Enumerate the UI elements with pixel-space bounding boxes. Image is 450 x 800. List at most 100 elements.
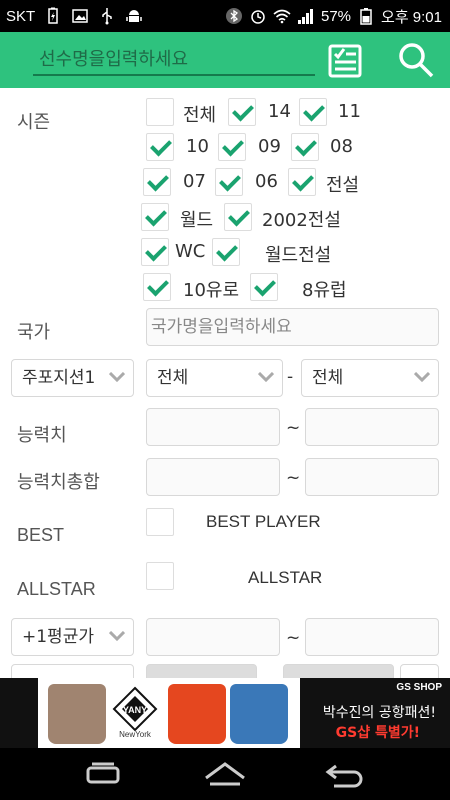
ad-subheadline: GS샵 특별가! <box>335 725 420 741</box>
season-checkbox-07[interactable] <box>143 168 171 196</box>
next-row-field[interactable] <box>283 664 394 678</box>
season-checkbox-all[interactable] <box>146 98 174 126</box>
next-row-field[interactable] <box>400 664 439 678</box>
season-checkbox-world-legend[interactable] <box>212 238 240 266</box>
ad-headline: 박수진의 공항패션! <box>322 705 436 721</box>
player-search-input[interactable]: 선수명을입력하세요 <box>33 46 315 76</box>
avg-price-max-input[interactable] <box>305 618 439 656</box>
handbag-image <box>230 684 288 744</box>
range-dash: - <box>287 367 294 387</box>
country-label: 국가 <box>17 322 51 343</box>
chevron-down-icon <box>258 372 274 382</box>
position-from-select[interactable]: 전체 <box>146 359 283 397</box>
best-player-option: BEST PLAYER <box>206 512 321 531</box>
upgrade-avg-price-value: +1평균가 <box>22 627 94 647</box>
season-checkbox-06[interactable] <box>215 168 243 196</box>
season-option-label: 10유로 <box>183 280 240 301</box>
season-checkbox-8-europe[interactable] <box>250 273 278 301</box>
season-checkbox-legend[interactable] <box>288 168 316 196</box>
season-checkbox-09[interactable] <box>218 133 246 161</box>
best-player-checkbox[interactable] <box>146 508 174 536</box>
season-label: 시즌 <box>17 112 51 133</box>
season-option-label: 전설 <box>326 175 360 196</box>
chevron-down-icon <box>414 372 430 382</box>
season-option-label: 월드 <box>180 210 214 231</box>
navigation-bar <box>0 748 450 800</box>
position-from-value: 전체 <box>157 368 189 388</box>
chevron-down-icon <box>109 372 125 382</box>
handbag-image <box>168 684 226 744</box>
brand-logo-text: YANY <box>122 705 148 715</box>
season-option-label: 월드전설 <box>265 245 332 266</box>
season-option-label: 08 <box>330 136 353 157</box>
home-icon[interactable] <box>202 758 248 790</box>
wifi-icon <box>273 9 291 24</box>
clock: 오후 9:01 <box>381 8 442 26</box>
avg-price-min-input[interactable] <box>146 618 280 656</box>
signal-icon <box>298 9 313 24</box>
upgrade-avg-price-select[interactable]: +1평균가 <box>11 618 134 656</box>
recent-apps-icon[interactable] <box>80 758 126 790</box>
range-tilde: ~ <box>286 418 301 438</box>
allstar-label: ALLSTAR <box>17 579 96 599</box>
season-option-label: 11 <box>338 101 361 122</box>
ability-max-input[interactable] <box>305 408 439 446</box>
position-to-select[interactable]: 전체 <box>301 359 439 397</box>
season-checkbox-wc[interactable] <box>141 238 169 266</box>
season-checkbox-10-euro[interactable] <box>143 273 171 301</box>
next-row-select[interactable] <box>11 664 134 678</box>
ad-brand: GS SHOP <box>396 682 442 693</box>
ad-text-panel: GS SHOP 박수진의 공항패션! GS샵 특별가! <box>300 678 450 748</box>
season-option-label: WC <box>175 241 206 262</box>
back-icon[interactable] <box>322 758 368 790</box>
season-checkbox-11[interactable] <box>299 98 327 126</box>
ad-banner[interactable]: YANY NewYork GS SHOP 박수진의 공항패션! GS샵 특별가! <box>0 678 450 748</box>
ability-total-min-input[interactable] <box>146 458 280 496</box>
season-option-label: 06 <box>255 171 278 192</box>
battery-percent: 57% <box>321 7 352 25</box>
status-bar: SKT 57% 오후 9:01 <box>0 0 450 32</box>
ad-side-panel <box>0 678 38 748</box>
image-icon <box>72 9 88 23</box>
best-label: BEST <box>17 525 65 545</box>
chevron-down-icon <box>109 631 125 641</box>
ability-label: 능력치 <box>17 425 67 446</box>
season-option-label: 10 <box>186 136 209 157</box>
battery-icon <box>360 8 372 25</box>
season-checkbox-14[interactable] <box>228 98 256 126</box>
range-tilde: ~ <box>286 628 301 648</box>
android-debug-icon <box>126 10 142 22</box>
usb-icon <box>102 8 112 25</box>
position-to-value: 전체 <box>312 368 344 388</box>
season-checkbox-10[interactable] <box>146 133 174 161</box>
next-row-field[interactable] <box>146 664 257 678</box>
search-filter-form: 시즌 전체 14 11 10 09 08 07 06 전설 월드 2002전설 … <box>0 88 450 678</box>
checklist-icon[interactable] <box>326 40 366 80</box>
season-option-label: 2002전설 <box>262 210 341 231</box>
search-icon[interactable] <box>396 40 436 80</box>
range-tilde: ~ <box>286 468 301 488</box>
season-option-label: 전체 <box>183 105 217 126</box>
position-select-value: 주포지션1 <box>22 368 96 388</box>
brand-logo: YANY NewYork <box>112 686 158 742</box>
ability-min-input[interactable] <box>146 408 280 446</box>
brand-logo-subtext: NewYork <box>119 730 151 739</box>
alarm-icon <box>251 10 265 24</box>
season-option-label: 14 <box>268 101 291 122</box>
position-select[interactable]: 주포지션1 <box>11 359 134 397</box>
battery-charging-icon <box>48 7 58 24</box>
app-bar: 선수명을입력하세요 <box>0 32 450 88</box>
season-option-label: 07 <box>183 171 206 192</box>
ability-total-max-input[interactable] <box>305 458 439 496</box>
handbag-image <box>48 684 106 744</box>
carrier-label: SKT <box>6 7 36 25</box>
allstar-checkbox[interactable] <box>146 562 174 590</box>
allstar-option: ALLSTAR <box>248 568 323 587</box>
season-checkbox-2002-legend[interactable] <box>224 203 252 231</box>
country-input[interactable]: 국가명을입력하세요 <box>146 308 439 346</box>
season-option-label: 09 <box>258 136 281 157</box>
bluetooth-icon <box>226 8 242 24</box>
season-checkbox-world[interactable] <box>141 203 169 231</box>
ability-total-label: 능력치총합 <box>17 472 100 493</box>
season-checkbox-08[interactable] <box>291 133 319 161</box>
